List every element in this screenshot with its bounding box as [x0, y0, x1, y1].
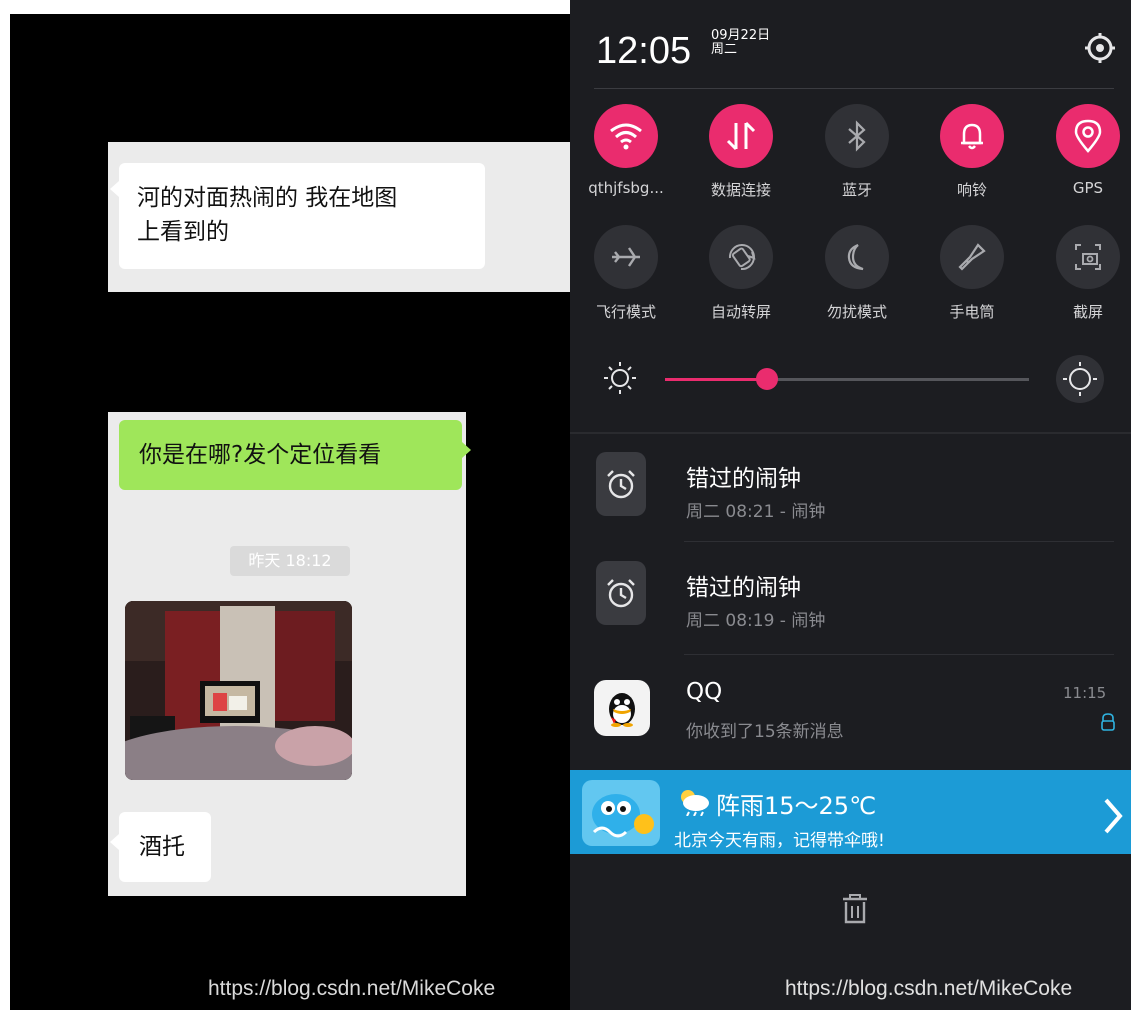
data-icon	[726, 121, 756, 151]
chat-photo-message[interactable]	[125, 601, 352, 780]
qs-label-screenshot: 截屏	[1072, 303, 1103, 321]
qs-label-dnd: 勿扰模式	[826, 303, 887, 321]
qs-label-bluetooth: 蓝牙	[841, 181, 872, 199]
brightness-low-icon	[602, 360, 638, 400]
photo-image	[125, 601, 352, 780]
watermark-left: https://blog.csdn.net/MikeCoke	[208, 977, 496, 1000]
notification-subtitle: 你收到了15条新消息	[686, 722, 844, 742]
qs-label-airplane: 飞行模式	[595, 303, 656, 321]
date-text: 09月22日	[711, 28, 771, 43]
bluetooth-icon	[848, 120, 866, 152]
weather-subtitle: 北京今天有雨，记得带伞哦!	[674, 831, 885, 851]
qs-data[interactable]	[709, 104, 773, 168]
notification-subtitle: 周二 08:21 - 闹钟	[686, 502, 826, 522]
chat-message-text: 河的对面热闹的 我在地图	[137, 185, 398, 211]
status-date: 09月22日 周二	[711, 29, 770, 57]
bell-icon	[961, 123, 983, 150]
gear-icon[interactable]	[1084, 32, 1116, 68]
qs-airplane[interactable]	[594, 225, 658, 289]
qs-label-rotate: 自动转屏	[710, 303, 771, 321]
lock-small-icon	[1099, 712, 1117, 736]
notification-divider	[684, 654, 1114, 655]
notification-title[interactable]: 错过的闹钟	[686, 568, 801, 602]
header-divider	[594, 88, 1114, 89]
chat-bubble-sent[interactable]: 你是在哪?发个定位看看	[119, 420, 471, 490]
screenshot-icon	[1075, 244, 1101, 270]
chat-bubble-received-2[interactable]: 酒托	[110, 812, 211, 882]
qs-label-gps: GPS	[1072, 179, 1104, 197]
qs-dnd[interactable]	[825, 225, 889, 289]
qs-ring[interactable]	[940, 104, 1004, 168]
qs-wifi[interactable]	[594, 104, 658, 168]
wifi-icon	[610, 123, 642, 150]
qs-label-wifi: qthjfsbg...	[588, 179, 664, 197]
moon-icon	[847, 243, 864, 271]
brightness-slider-thumb[interactable]	[756, 368, 778, 390]
chat-bubble-received-1[interactable]: 河的对面热闹的 我在地图 上看到的	[110, 163, 485, 269]
chat-message-text-line2: 上看到的	[137, 219, 229, 245]
flashlight-icon	[958, 243, 986, 271]
status-clock: 12:05	[596, 30, 692, 72]
alarm-icon	[596, 561, 646, 625]
brightness-slider-fill	[665, 378, 767, 381]
weather-title: 阵雨15～25℃	[716, 792, 877, 820]
qq-icon	[594, 680, 650, 736]
qs-label-flashlight: 手电筒	[949, 303, 995, 321]
notification-title[interactable]: 错过的闹钟	[686, 459, 801, 493]
notification-divider	[684, 541, 1114, 542]
notification-subtitle: 周二 08:19 - 闹钟	[686, 611, 826, 631]
auto-brightness-button[interactable]	[1056, 355, 1104, 403]
chat-timestamp: 昨天 18:12	[230, 546, 350, 576]
notification-title[interactable]: QQ	[686, 679, 722, 705]
chat-message-text: 你是在哪?发个定位看看	[139, 442, 382, 468]
qs-label-ring: 响铃	[956, 181, 987, 199]
weather-cloud-icon	[676, 788, 712, 820]
section-divider	[570, 432, 1131, 434]
rotate-icon	[728, 244, 756, 271]
weather-icon	[582, 780, 660, 846]
qs-label-data: 数据连接	[710, 181, 771, 199]
chat-message-text: 酒托	[139, 834, 185, 860]
qs-rotate[interactable]	[709, 225, 773, 289]
qs-flashlight[interactable]	[940, 225, 1004, 289]
airplane-icon	[612, 247, 640, 267]
trash-icon[interactable]	[838, 892, 872, 930]
qs-bluetooth[interactable]	[825, 104, 889, 168]
notification-time: 11:15	[1063, 684, 1107, 702]
alarm-icon	[596, 452, 646, 516]
chevron-right-icon[interactable]	[1102, 796, 1124, 840]
watermark-right: https://blog.csdn.net/MikeCoke	[785, 977, 1073, 1000]
brightness-high-icon	[1063, 362, 1097, 396]
weekday-text: 周二	[711, 42, 738, 57]
qs-screenshot[interactable]	[1056, 225, 1120, 289]
location-icon	[1074, 119, 1102, 153]
qs-gps[interactable]	[1056, 104, 1120, 168]
